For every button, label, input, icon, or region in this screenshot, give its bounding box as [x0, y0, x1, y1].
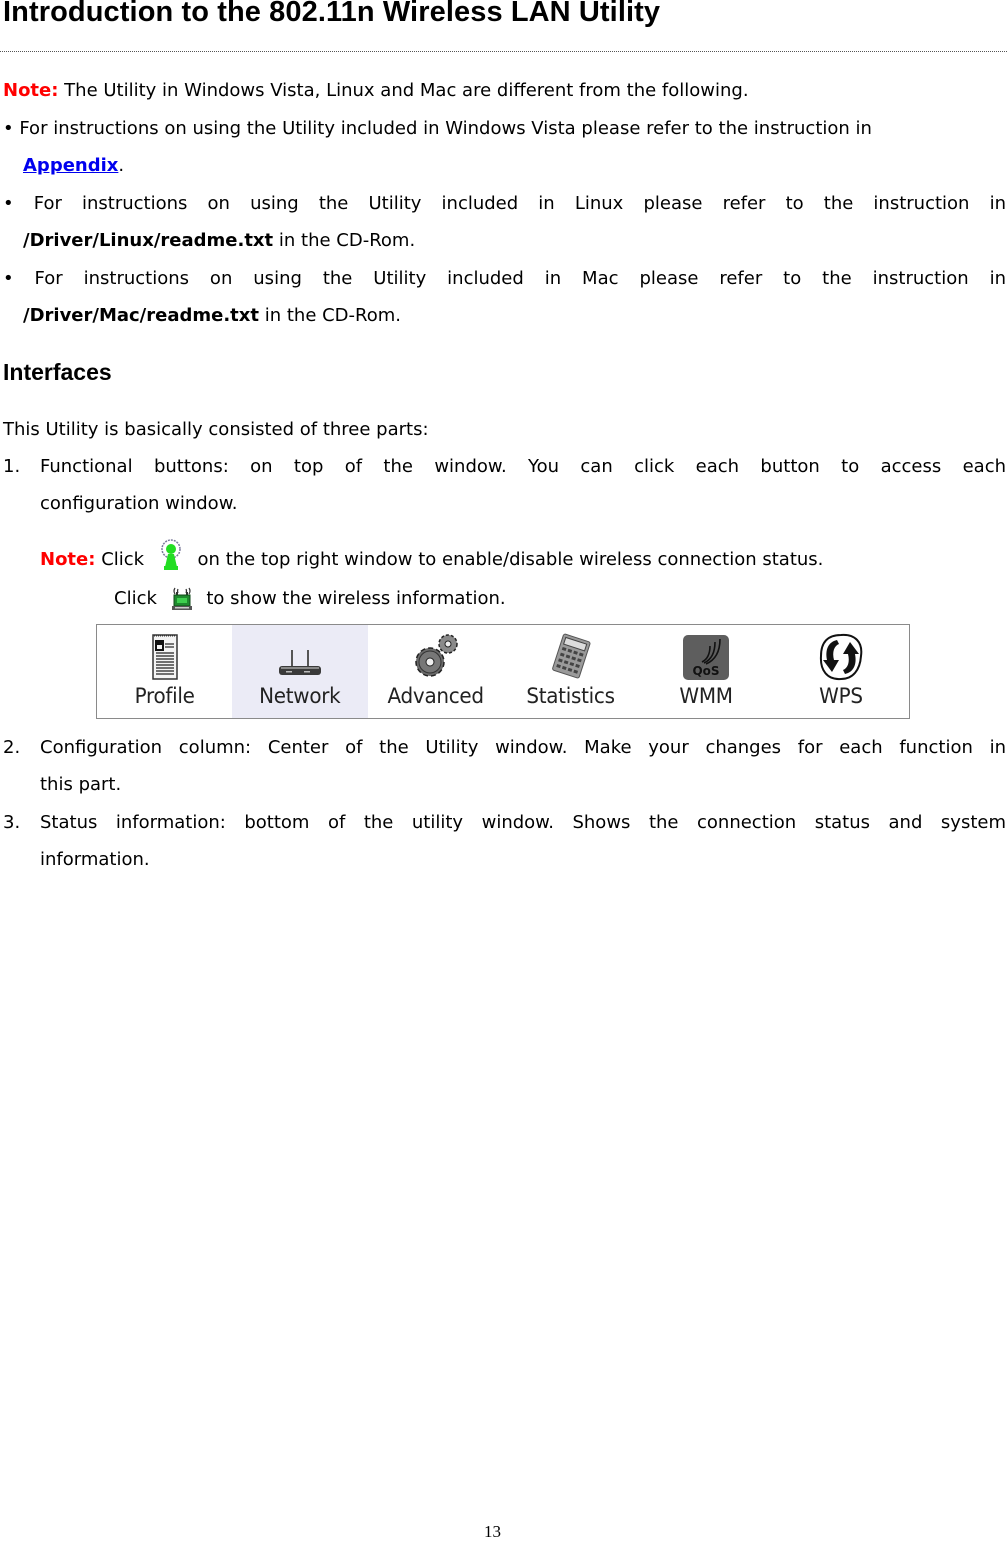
list-text: Functional buttons: on top of the window… — [40, 456, 1006, 477]
toolbar-button-label: Profile — [134, 684, 195, 708]
title-divider — [0, 51, 1007, 52]
list-number: 2. — [3, 737, 21, 758]
list-text: Status information: bottom of the utilit… — [40, 812, 1006, 833]
bullet-mac: • For instructions on using the Utility … — [3, 267, 1006, 291]
bullet-text: For instructions on using the Utility in… — [13, 193, 1006, 214]
wireless-info-icon[interactable] — [169, 586, 195, 612]
bullet-dot: • — [3, 268, 14, 289]
list-item-1-cont: configuration window. — [40, 493, 238, 514]
sub-note-text-2: to show the wireless information. — [206, 588, 506, 609]
sub-note-line-1: Note: Click on the top right window to e… — [40, 539, 824, 575]
utility-toolbar: Profile Network Advanced Statistics QoS … — [96, 624, 910, 719]
wmm-qos-icon: QoS — [682, 635, 729, 680]
bullet-tail: in the CD-Rom. — [259, 305, 402, 326]
svg-text:QoS: QoS — [692, 664, 719, 678]
bullet-vista-cont: Appendix. — [23, 154, 124, 178]
wps-icon — [820, 633, 863, 681]
page-title: Introduction to the 802.11n Wireless LAN… — [3, 0, 661, 28]
mac-readme-path: /Driver/Mac/readme.txt — [23, 305, 259, 326]
bullet-text: For instructions on using the Utility in… — [13, 118, 872, 139]
toolbar-button-wps[interactable]: WPS — [774, 625, 909, 718]
bullet-dot: • — [3, 193, 14, 214]
bullet-text: For instructions on using the Utility in… — [13, 268, 1006, 289]
advanced-icon — [415, 634, 459, 677]
bullet-dot: • — [3, 118, 14, 139]
page-number: 13 — [484, 1522, 501, 1541]
list-item-3-cont: information. — [40, 849, 150, 870]
list-item-3: 3. Status information: bottom of the util… — [3, 811, 1006, 835]
statistics-icon — [551, 633, 591, 679]
toolbar-button-label: WMM — [679, 684, 733, 708]
section-heading: Interfaces — [3, 359, 112, 385]
toolbar-button-label: WPS — [819, 684, 864, 708]
bullet-linux: • For instructions on using the Utility … — [3, 192, 1006, 216]
list-text: Configuration column: Center of the Util… — [40, 737, 1006, 758]
toolbar-button-statistics[interactable]: Statistics — [503, 625, 638, 718]
list-item-1: 1. Functional buttons: on top of the wind… — [3, 455, 1006, 479]
appendix-link[interactable]: Appendix — [23, 155, 118, 176]
sub-note-label: Note: — [40, 549, 96, 570]
click-text: Click — [101, 549, 145, 570]
sub-note-text-1: on the top right window to enable/disabl… — [197, 549, 824, 570]
toolbar-button-network[interactable]: Network — [232, 625, 368, 718]
toolbar-button-label: Advanced — [387, 684, 484, 708]
profile-icon — [151, 634, 178, 680]
toolbar-button-advanced[interactable]: Advanced — [368, 625, 503, 718]
network-icon — [278, 650, 321, 675]
bullet-mac-cont: /Driver/Mac/readme.txt in the CD-Rom. — [23, 304, 401, 328]
toolbar-button-label: Network — [259, 684, 341, 708]
toolbar-button-profile[interactable]: Profile — [97, 625, 232, 718]
sub-note-line-2: Click to show the wireless information. — [114, 584, 506, 614]
bullet-vista: • For instructions on using the Utility … — [3, 117, 872, 141]
list-item-2-cont: this part. — [40, 774, 122, 795]
note-label: Note: — [3, 80, 59, 101]
radio-toggle-icon[interactable] — [156, 539, 186, 575]
list-number: 3. — [3, 812, 21, 833]
click-text: Click — [114, 588, 157, 609]
toolbar-button-label: Statistics — [526, 684, 615, 708]
section-intro: This Utility is basically consisted of t… — [3, 419, 429, 440]
toolbar-button-wmm[interactable]: QoS WMM — [638, 625, 773, 718]
note-paragraph: Note: The Utility in Windows Vista, Linu… — [3, 79, 749, 103]
bullet-tail: in the CD-Rom. — [273, 230, 416, 251]
bullet-tail: . — [118, 155, 125, 176]
bullet-linux-cont: /Driver/Linux/readme.txt in the CD-Rom. — [23, 229, 415, 253]
linux-readme-path: /Driver/Linux/readme.txt — [23, 230, 274, 251]
note-text: The Utility in Windows Vista, Linux and … — [58, 80, 749, 101]
list-number: 1. — [3, 456, 21, 477]
list-item-2: 2. Configuration column: Center of the Ut… — [3, 736, 1006, 760]
